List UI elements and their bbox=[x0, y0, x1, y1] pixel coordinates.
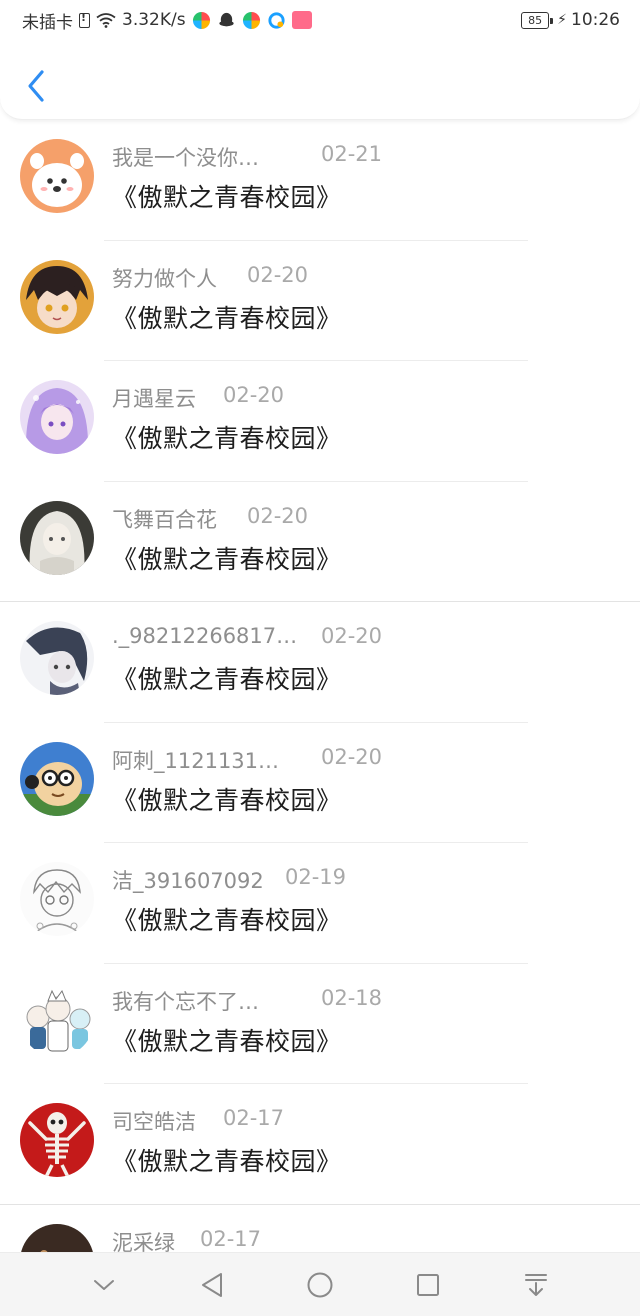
list-item[interactable]: ._98212266817… 02-20 《傲默之青春校园》 bbox=[0, 602, 640, 723]
book-title[interactable]: 《傲默之青春校园》 bbox=[112, 178, 342, 214]
book-title[interactable]: 《傲默之青春校园》 bbox=[112, 1142, 342, 1178]
anime-girl-white-hair-avatar-icon bbox=[20, 500, 94, 575]
user-name[interactable]: 我有个忘不了… bbox=[112, 986, 259, 1016]
bilibili-icon bbox=[291, 11, 312, 29]
circle-home-icon bbox=[307, 1272, 333, 1297]
user-name[interactable]: 努力做个人 bbox=[112, 263, 217, 293]
avatar[interactable] bbox=[20, 139, 94, 213]
book-title[interactable]: 《傲默之青春校园》 bbox=[112, 540, 342, 576]
user-name[interactable]: 阿刺_1121131… bbox=[112, 745, 279, 775]
list-item[interactable]: 月遇星云 02-20 《傲默之青春校园》 bbox=[0, 361, 640, 482]
screen: 未插卡 3.32K/s bbox=[0, 0, 640, 1316]
avatar[interactable] bbox=[20, 741, 94, 816]
anime-girl-dark-hair-avatar-icon bbox=[20, 621, 94, 695]
chibi-characters-avatar-icon bbox=[20, 982, 94, 1057]
avatar[interactable] bbox=[20, 862, 94, 936]
user-name[interactable]: 我是一个没你… bbox=[112, 142, 259, 172]
wifi-icon bbox=[96, 13, 116, 28]
post-date: 02-20 bbox=[321, 744, 383, 769]
book-title[interactable]: 《傲默之青春校园》 bbox=[112, 901, 342, 937]
avatar[interactable] bbox=[20, 259, 94, 334]
sim-alert-icon bbox=[79, 11, 90, 28]
list-item[interactable]: 阿刺_1121131… 02-20 《傲默之青春校园》 bbox=[0, 723, 640, 843]
reader-list: 我是一个没你… 02-21 《傲默之青春校园》 努力做个人 02-20 《傲默之… bbox=[0, 120, 640, 1316]
status-right: 85 ⚡ 10:26 bbox=[521, 10, 620, 30]
post-date: 02-18 bbox=[321, 985, 383, 1010]
pull-down-icon bbox=[525, 1273, 547, 1296]
skeleton-avatar-icon bbox=[20, 1103, 94, 1177]
clock: 10:26 bbox=[571, 10, 620, 30]
recents-nav-button[interactable] bbox=[408, 1265, 448, 1305]
battery-icon: 85 bbox=[521, 11, 554, 29]
charging-icon: ⚡ bbox=[557, 12, 567, 28]
list-item[interactable]: 飞舞百合花 02-20 《傲默之青春校园》 bbox=[0, 482, 640, 602]
avatar[interactable] bbox=[20, 621, 94, 695]
post-date: 02-20 bbox=[247, 262, 309, 287]
avatar[interactable] bbox=[20, 1103, 94, 1177]
hide-nav-button[interactable] bbox=[84, 1265, 124, 1305]
anime-girl-purple-avatar-icon bbox=[20, 380, 94, 454]
user-name[interactable]: 司空皓洁 bbox=[112, 1106, 196, 1136]
book-title[interactable]: 《傲默之青春校园》 bbox=[112, 1022, 342, 1058]
home-nav-button[interactable] bbox=[300, 1265, 340, 1305]
qq-icon bbox=[218, 12, 234, 26]
anime-boy-avatar-icon bbox=[20, 259, 94, 334]
avatar[interactable] bbox=[20, 380, 94, 454]
list-item[interactable]: 司空皓洁 02-17 《傲默之青春校园》 bbox=[0, 1084, 640, 1205]
list-item[interactable]: 洁_391607092 02-19 《傲默之青春校园》 bbox=[0, 843, 640, 964]
book-title[interactable]: 《傲默之青春校园》 bbox=[112, 419, 342, 455]
user-name[interactable]: 洁_391607092 bbox=[112, 865, 264, 895]
list-item[interactable]: 我有个忘不了… 02-18 《傲默之青春校园》 bbox=[0, 964, 640, 1084]
cartoon-dog-icon bbox=[20, 139, 94, 213]
app-notify-icon-2 bbox=[242, 11, 260, 29]
post-date: 02-20 bbox=[247, 503, 309, 528]
post-date: 02-17 bbox=[223, 1106, 285, 1130]
user-name[interactable]: 飞舞百合花 bbox=[112, 504, 217, 534]
post-date: 02-19 bbox=[285, 865, 347, 889]
post-date: 02-20 bbox=[321, 624, 383, 648]
avatar[interactable] bbox=[20, 982, 94, 1057]
back-nav-button[interactable] bbox=[192, 1265, 232, 1305]
status-bar: 未插卡 3.32K/s bbox=[0, 0, 640, 40]
post-date: 02-20 bbox=[223, 383, 285, 407]
user-name[interactable]: 月遇星云 bbox=[112, 383, 196, 413]
book-title[interactable]: 《傲默之青春校园》 bbox=[112, 781, 342, 817]
avatar[interactable] bbox=[20, 500, 94, 575]
cartoon-glasses-avatar-icon bbox=[20, 741, 94, 816]
network-speed: 3.32K/s bbox=[122, 10, 186, 30]
list-item[interactable]: 努力做个人 02-20 《傲默之青春校园》 bbox=[0, 241, 640, 361]
back-button[interactable] bbox=[20, 64, 52, 108]
list-item[interactable]: 我是一个没你… 02-21 《傲默之青春校园》 bbox=[0, 120, 640, 241]
book-title[interactable]: 《傲默之青春校园》 bbox=[112, 660, 342, 696]
post-date: 02-17 bbox=[200, 1226, 262, 1251]
app-notify-icon bbox=[192, 11, 210, 29]
chevron-down-icon bbox=[94, 1279, 114, 1290]
top-header: 未插卡 3.32K/s bbox=[0, 0, 640, 120]
book-title[interactable]: 《傲默之青春校园》 bbox=[112, 299, 342, 335]
status-left: 未插卡 3.32K/s bbox=[22, 8, 312, 33]
square-recents-icon bbox=[417, 1273, 439, 1296]
notification-pull-button[interactable] bbox=[516, 1265, 556, 1305]
sketch-boy-avatar-icon bbox=[20, 862, 94, 936]
triangle-back-icon bbox=[202, 1272, 222, 1297]
system-nav-bar bbox=[0, 1252, 640, 1316]
post-date: 02-21 bbox=[321, 142, 383, 166]
user-name[interactable]: ._98212266817… bbox=[112, 624, 297, 648]
carrier-text: 未插卡 bbox=[22, 12, 73, 33]
chevron-left-icon bbox=[28, 70, 44, 102]
browser-icon bbox=[268, 11, 285, 29]
